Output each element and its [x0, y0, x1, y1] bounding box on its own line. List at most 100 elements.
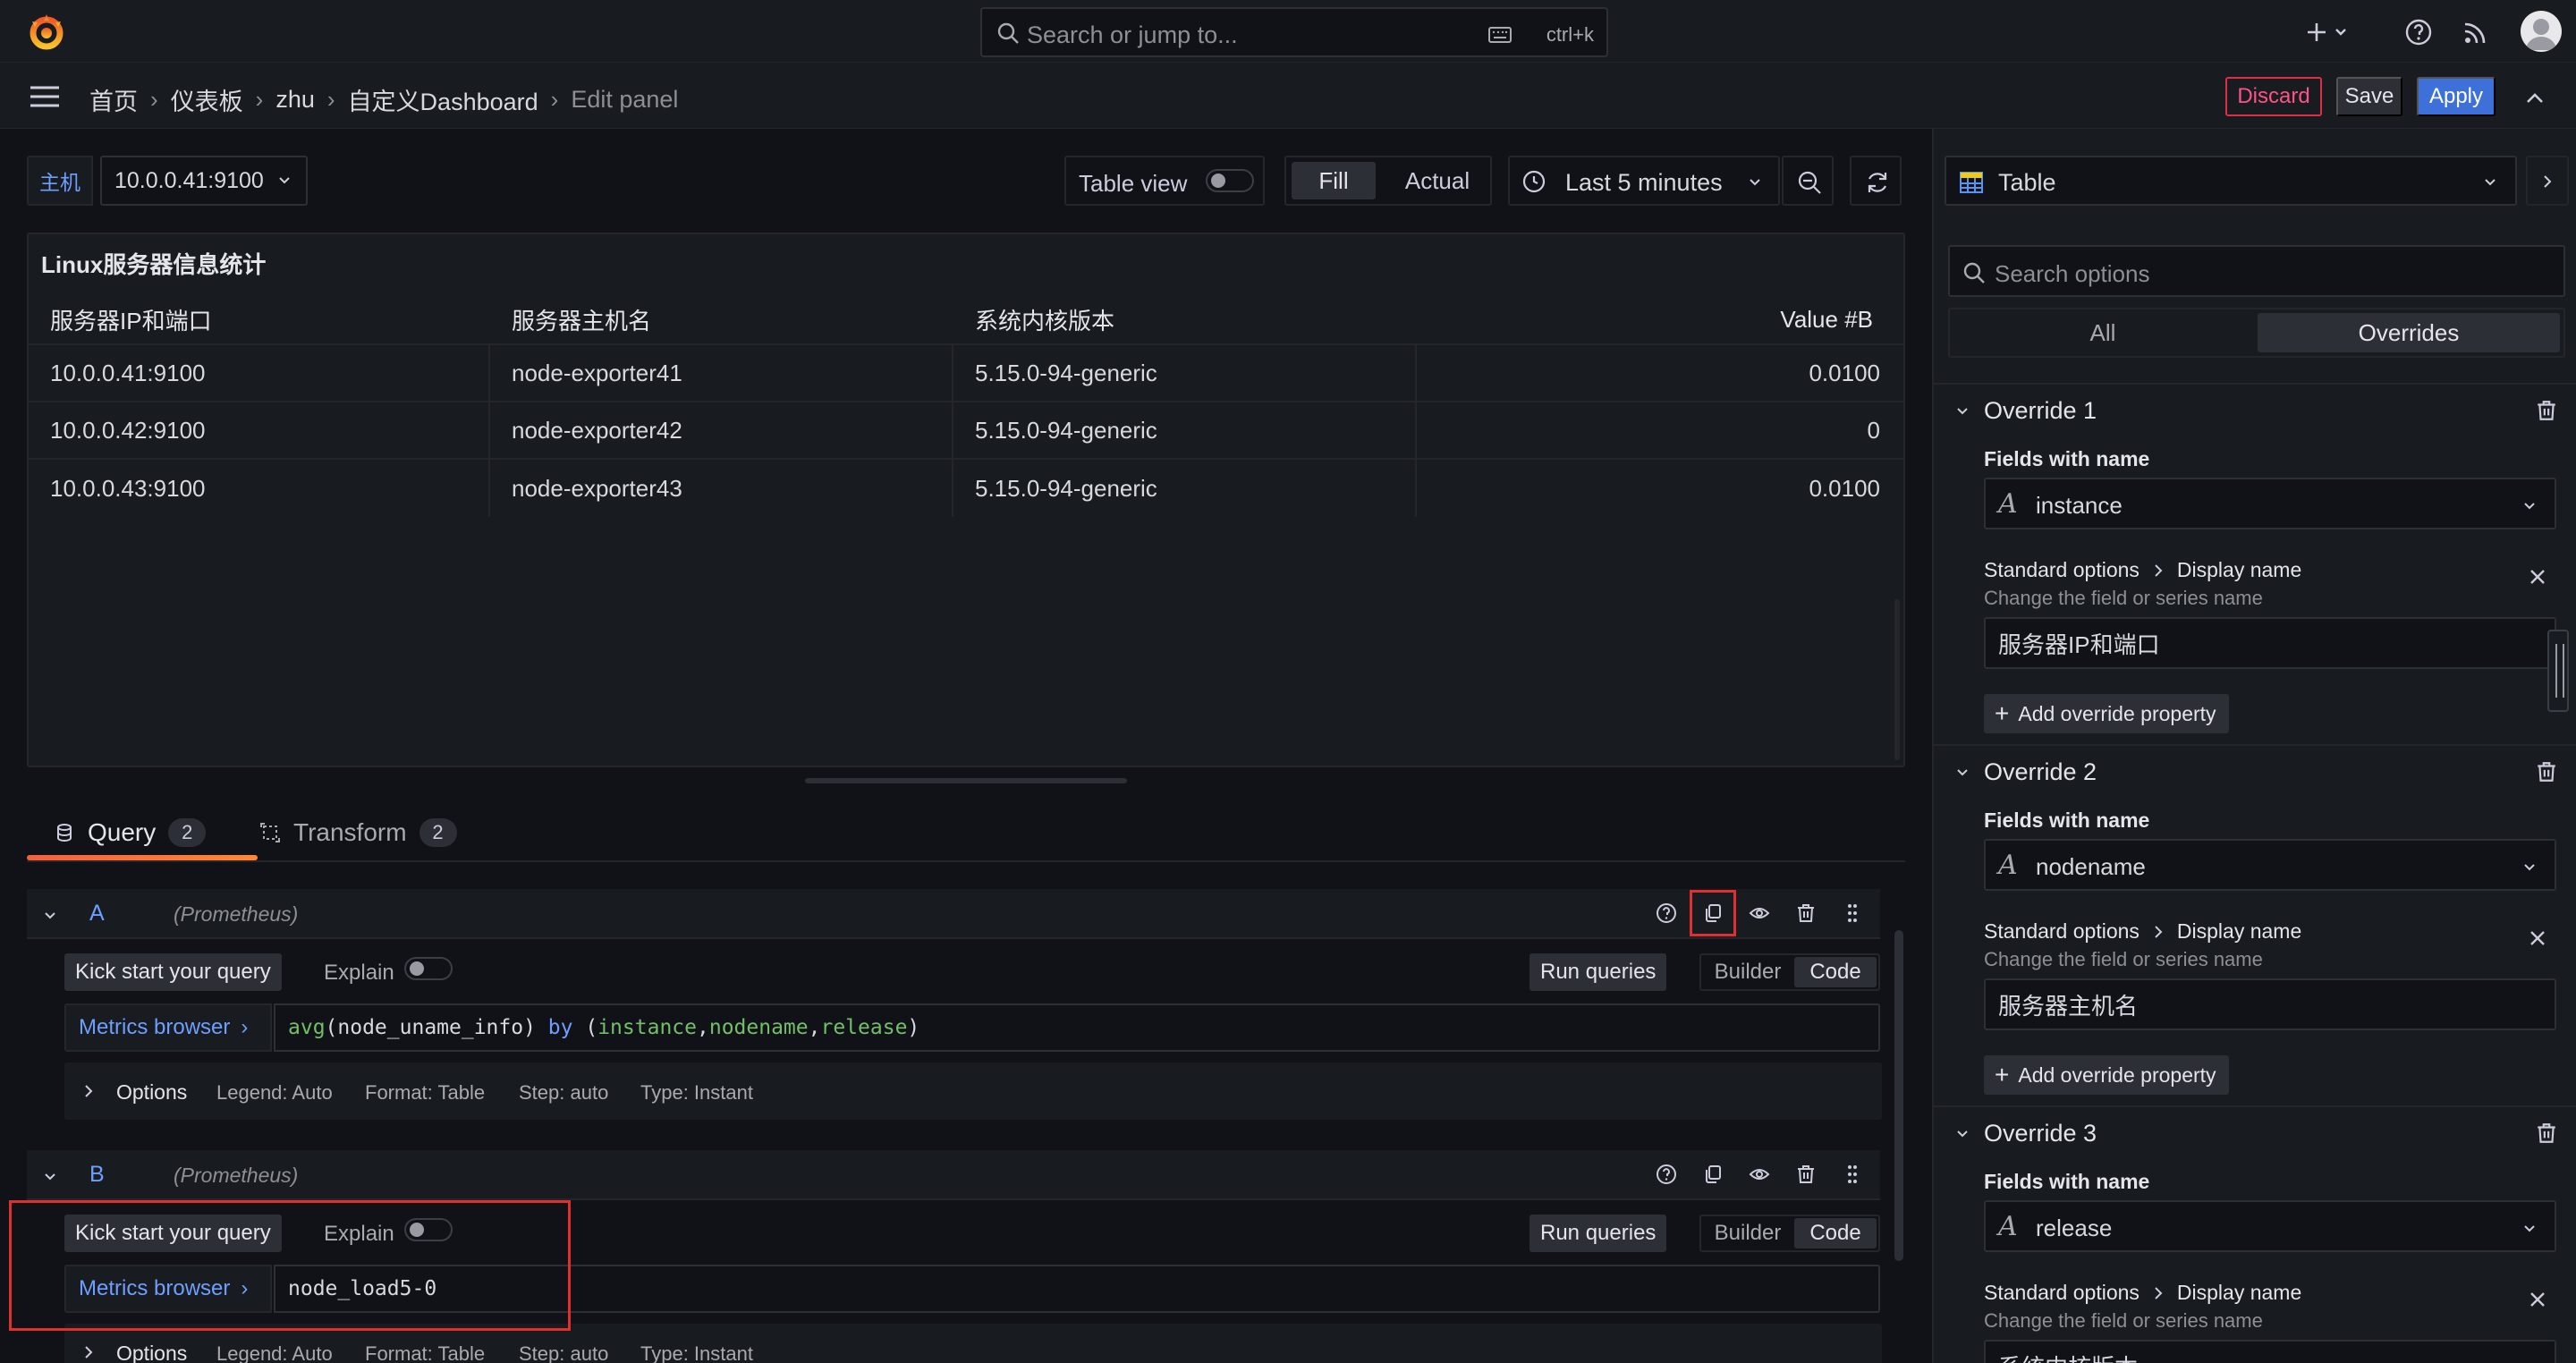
column-header[interactable]: 服务器主机名	[490, 295, 953, 343]
breadcrumb-folder[interactable]: zhu	[275, 86, 315, 114]
tab-query[interactable]: Query 2	[27, 805, 259, 860]
close-icon[interactable]	[2528, 567, 2547, 587]
search-options-placeholder: Search options	[1995, 260, 2150, 287]
field-name-select[interactable]: A release	[1984, 1200, 2556, 1252]
display-name-input[interactable]: 服务器主机名	[1984, 978, 2556, 1030]
column-header[interactable]: 系统内核版本	[953, 295, 1417, 343]
override-property-label: Standard options Display name	[1984, 919, 2301, 944]
column-header[interactable]: Value #B	[1417, 295, 1903, 343]
override-header[interactable]: Override 1	[1934, 383, 2576, 436]
panel-resize-handle[interactable]	[805, 778, 1127, 783]
menu-icon[interactable]	[29, 84, 61, 109]
display-name-input[interactable]: 服务器IP和端口	[1984, 617, 2556, 669]
breadcrumb-dashboard[interactable]: 自定义Dashboard	[348, 82, 538, 117]
help-icon[interactable]	[2402, 16, 2435, 48]
query-help-button[interactable]	[1651, 1159, 1682, 1189]
tab-query-label: Query	[88, 818, 157, 846]
builder-mode[interactable]: Builder	[1703, 1218, 1792, 1249]
override-header[interactable]: Override 2	[1934, 744, 2576, 798]
filter-all[interactable]: All	[1952, 311, 2254, 354]
filter-overrides[interactable]: Overrides	[2258, 313, 2560, 352]
hide-query-button[interactable]	[1744, 898, 1775, 928]
discard-button[interactable]: Discard	[2225, 77, 2322, 116]
override-header[interactable]: Override 3	[1934, 1105, 2576, 1159]
fill-option[interactable]: Fill	[1292, 162, 1376, 199]
options-filter-segment: All Overrides	[1948, 308, 2565, 358]
chevron-down-icon[interactable]	[1955, 1127, 1970, 1141]
options-pane-scrollbar[interactable]	[2547, 630, 2569, 712]
code-mode[interactable]: Code	[1794, 1218, 1877, 1249]
duplicate-query-button[interactable]	[1690, 890, 1736, 936]
close-icon[interactable]	[2528, 1290, 2547, 1309]
actual-option[interactable]: Actual	[1388, 162, 1487, 199]
chevron-up-icon[interactable]	[2522, 86, 2547, 111]
code-mode[interactable]: Code	[1794, 957, 1877, 987]
new-plus-icon[interactable]	[2304, 16, 2354, 48]
time-range-picker[interactable]: Last 5 minutes	[1508, 156, 1780, 206]
visualization-picker[interactable]: Table	[1945, 156, 2517, 206]
table-view-switch[interactable]	[1206, 169, 1254, 192]
table-cell: node-exporter42	[490, 402, 953, 458]
user-avatar[interactable]	[2521, 11, 2562, 52]
close-options-button[interactable]	[2526, 156, 2569, 206]
panel-scrollbar[interactable]	[1894, 599, 1900, 760]
query-help-button[interactable]	[1651, 898, 1682, 928]
apply-button[interactable]: Apply	[2417, 77, 2496, 116]
variable-value: 10.0.0.41:9100	[114, 167, 264, 193]
variable-select[interactable]: 10.0.0.41:9100	[100, 156, 308, 206]
run-queries-button[interactable]: Run queries	[1530, 1215, 1667, 1252]
table-view-toggle[interactable]: Table view	[1064, 156, 1265, 206]
column-header[interactable]: 服务器IP和端口	[29, 295, 490, 343]
breadcrumb-home[interactable]: 首页	[89, 82, 138, 117]
news-rss-icon[interactable]	[2460, 16, 2492, 48]
close-icon[interactable]	[2528, 928, 2547, 948]
search-options-input[interactable]: Search options	[1948, 245, 2565, 297]
builder-mode[interactable]: Builder	[1703, 957, 1792, 987]
chevron-down-icon[interactable]	[43, 1170, 57, 1184]
copy-icon	[1706, 1165, 1721, 1183]
explain-switch[interactable]	[404, 957, 453, 980]
metrics-browser-button[interactable]: Metrics browser ›	[64, 1003, 272, 1052]
plus-icon: +	[1995, 1061, 2010, 1088]
tab-transform[interactable]: Transform 2	[259, 805, 457, 860]
drag-handle[interactable]	[1837, 1159, 1868, 1189]
trash-icon	[1798, 1165, 1814, 1183]
user-icon	[2526, 19, 2556, 50]
query-a-header[interactable]: A (Prometheus)	[27, 889, 1880, 939]
expr-keyword: by	[547, 1016, 573, 1039]
delete-query-button[interactable]	[1791, 1159, 1821, 1189]
field-name-select[interactable]: A instance	[1984, 478, 2556, 529]
drag-handle[interactable]	[1837, 898, 1868, 928]
query-expression-input[interactable]: avg (node_uname_info) by (instance, nodena…	[274, 1003, 1880, 1052]
refresh-icon	[1868, 173, 1887, 192]
zoom-out-button[interactable]	[1782, 156, 1834, 206]
standard-options-label: Standard options	[1984, 558, 2140, 581]
display-name-input[interactable]: 系统内核版本	[1984, 1340, 2556, 1363]
save-button[interactable]: Save	[2336, 77, 2402, 116]
kick-start-button[interactable]: Kick start your query	[64, 953, 282, 991]
query-ref-id[interactable]: A	[89, 901, 105, 927]
field-name-select[interactable]: A nodename	[1984, 839, 2556, 891]
query-b-header[interactable]: B (Prometheus)	[27, 1150, 1880, 1200]
override-title: Override 2	[1984, 758, 2097, 785]
breadcrumb-dashboards[interactable]: 仪表板	[171, 82, 243, 117]
query-options-row[interactable]: Options Legend: Auto Format: Table Step:…	[64, 1062, 1882, 1120]
query-ref-id[interactable]: B	[89, 1162, 105, 1188]
run-queries-button[interactable]: Run queries	[1530, 953, 1667, 991]
grafana-logo-icon[interactable]	[27, 13, 66, 52]
trash-icon[interactable]	[2535, 760, 2558, 783]
duplicate-query-button[interactable]	[1698, 1159, 1728, 1189]
delete-query-button[interactable]	[1791, 898, 1821, 928]
hide-query-button[interactable]	[1744, 1159, 1775, 1189]
add-override-property-button[interactable]: + Add override property	[1984, 694, 2229, 733]
chevron-down-icon[interactable]	[1955, 404, 1970, 419]
query-scrollbar[interactable]	[1894, 930, 1903, 1261]
chevron-down-icon[interactable]	[43, 909, 57, 923]
refresh-button[interactable]	[1850, 156, 1902, 206]
trash-icon[interactable]	[2535, 1122, 2558, 1145]
chevron-down-icon[interactable]	[1955, 766, 1970, 780]
trash-icon[interactable]	[2535, 399, 2558, 422]
data-table: 服务器IP和端口 服务器主机名 系统内核版本 Value #B 10.0.0.4…	[29, 295, 1903, 517]
search-input[interactable]: Search or jump to... ctrl+k	[980, 7, 1608, 57]
add-override-property-button[interactable]: + Add override property	[1984, 1055, 2229, 1095]
